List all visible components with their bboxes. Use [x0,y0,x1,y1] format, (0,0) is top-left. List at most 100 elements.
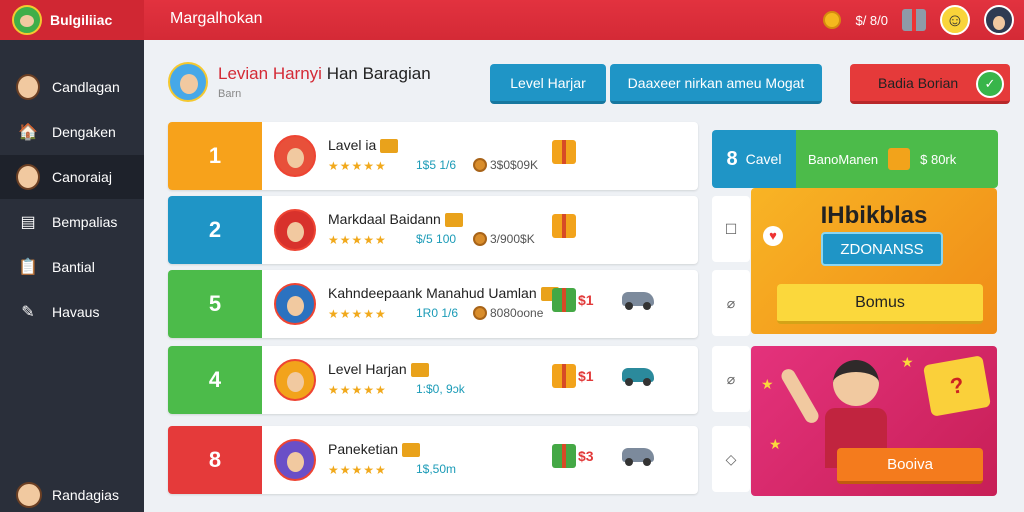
rating-stars-icon: ★★★★★ [328,159,387,173]
player-extra: 3$0$09K [490,158,539,172]
bonus-button-label: Badia Borian [878,74,959,91]
sidebar-item-canoraiaj[interactable]: Canoraiaj [0,155,144,199]
player-avatar [274,283,316,325]
gift-icon[interactable] [552,288,576,312]
clock-icon [473,232,487,246]
rating-stars-icon: ★★★★★ [328,233,387,247]
rank-number: 1 [168,122,262,190]
gift-icon[interactable] [902,9,926,31]
sidebar-item-randagias[interactable]: Randagias [0,478,144,512]
level-label: Cavel [745,151,782,167]
badge-icon [410,363,429,378]
sidebar-item-bempalias[interactable]: ▤ Bempalias [0,200,144,244]
level-number: 8 [726,147,738,170]
car-icon [622,368,654,386]
sidebar-item-label: Randagias [52,487,119,503]
leaderboard-row[interactable]: 4 Level Harjan ★★★★★ 1:$0, 9ɔk $1 [168,346,698,414]
player-extra: 8080oone [490,306,544,320]
player-name: Level Harjan [328,361,429,378]
sidebar-item-label: Dengaken [52,124,116,140]
gift-icon[interactable] [552,140,576,164]
header-avatar [168,62,208,102]
row-clip-icon[interactable]: ⌀ [712,270,750,336]
gift-icon[interactable] [552,364,576,388]
app-logo[interactable]: Bulgiliiac [0,0,144,40]
row-checkbox[interactable]: ☐ [712,196,750,262]
smiley-icon[interactable]: ☺ [940,5,970,35]
badge-icon [402,443,421,458]
coin-icon [823,11,842,29]
rank-number: 5 [168,270,262,338]
rating-stars-icon: ★★★★★ [328,383,387,397]
edit-icon: ✎ [21,304,35,321]
level-card-info: BanoManen $ 80rk [796,130,998,188]
gift-icon[interactable] [552,444,576,468]
sidebar-item-dengaken[interactable]: 🏠 Dengaken [0,110,144,154]
top-bar: Bulgiliiac Margalhokan $/ 8/0 ☺ [0,0,1024,40]
player-extra: 3/900$K [490,232,535,246]
row-clip-icon[interactable]: ⌀ [712,346,750,412]
player-name: Paneketian [328,441,421,458]
clipboard-icon: 📋 [18,259,38,276]
promo-button[interactable]: Booiva [837,448,983,484]
clock-icon [473,158,487,172]
badge-icon [380,139,399,154]
sidebar-item-label: Canoraiaj [52,169,112,185]
leaderboard-row[interactable]: 5 Kahndeepaank Manahud Uamlan ★★★★★ 1R0 1/6… [168,270,698,338]
sidebar-item-candlagan[interactable]: Candlagan [0,65,144,109]
reward-amount: $1 [578,368,594,384]
player-avatar [274,439,316,481]
level-value: $ 80rk [920,151,957,167]
document-icon: ▤ [20,214,36,231]
player-name: Markdaal Baidann [328,211,463,228]
gift-icon[interactable] [552,214,576,238]
gift-icon [888,148,911,170]
badge-icon [444,213,463,228]
sidebar-item-label: Havaus [52,304,100,320]
avatar-icon [16,482,42,508]
rating-stars-icon: ★★★★★ [328,463,387,477]
balance-amount: $/ 8/0 [855,12,888,28]
bonus-code-chip[interactable]: ZDONANSS [821,232,943,266]
claim-bonus-button[interactable]: Bomus [777,284,983,324]
sidebar-item-label: Candlagan [52,79,120,95]
level-button[interactable]: Level Harjar [490,64,606,104]
row-shield-icon[interactable]: ◇ [712,426,750,492]
player-avatar [274,135,316,177]
player-score: 1:$0, 9ɔk [416,382,465,396]
star-icon: ★ [769,436,782,452]
rank-number: 2 [168,196,262,264]
check-icon: ✓ [976,70,1004,98]
level-card[interactable]: 8 Cavel BanoManen $ 80rk [712,130,998,188]
rank-number: 8 [168,426,262,494]
promo-badge: ? [922,355,992,417]
top-right-controls: $/ 8/0 ☺ [823,4,1014,36]
level-name: BanoManen [808,151,879,167]
search-button[interactable]: Daaxeer nirkan ameu Mogat [610,64,822,104]
reward-amount: $3 [578,448,594,464]
sidebar-item-label: Bempalias [52,214,118,230]
level-card-badge: 8 Cavel [712,130,796,188]
player-score: 1$5 1/6 [416,158,457,172]
sidebar-item-havaus[interactable]: ✎ Havaus [0,290,144,334]
user-avatar[interactable] [984,5,1014,35]
sidebar-item-bantial[interactable]: 📋 Bantial [0,245,144,289]
page-header: Levian Harnyi Han Baragian Barn [168,62,431,102]
player-avatar [274,359,316,401]
sidebar: Candlagan 🏠 Dengaken Canoraiaj ▤ Bempali… [0,40,144,512]
house-icon: 🏠 [18,124,38,141]
promo-card: ★ ★ ★ ? Booiva [751,346,997,496]
leaderboard-row[interactable]: 1 Lavel ia ★★★★★ 1$5 1/6 3$0$09K [168,122,698,190]
player-name: Lavel ia [328,137,399,154]
star-icon: ★ [761,376,774,392]
bonus-title: IHbikblas [820,202,928,229]
leaderboard-title: Levian Harnyi Han Baragian [218,64,431,83]
page-title: Margalhokan [170,10,263,27]
car-icon [622,292,654,310]
leaderboard-row[interactable]: 2 Markdaal Baidann ★★★★★ $/5 100 3/900$K [168,196,698,264]
player-name: Kahndeepaank Manahud Uamlan [328,285,559,302]
bonus-button[interactable]: Badia Borian ✓ [850,64,1010,104]
leaderboard-row[interactable]: 8 Paneketian ★★★★★ 1$,50m $3 [168,426,698,494]
star-icon: ★ [901,354,914,370]
clock-icon [473,306,487,320]
